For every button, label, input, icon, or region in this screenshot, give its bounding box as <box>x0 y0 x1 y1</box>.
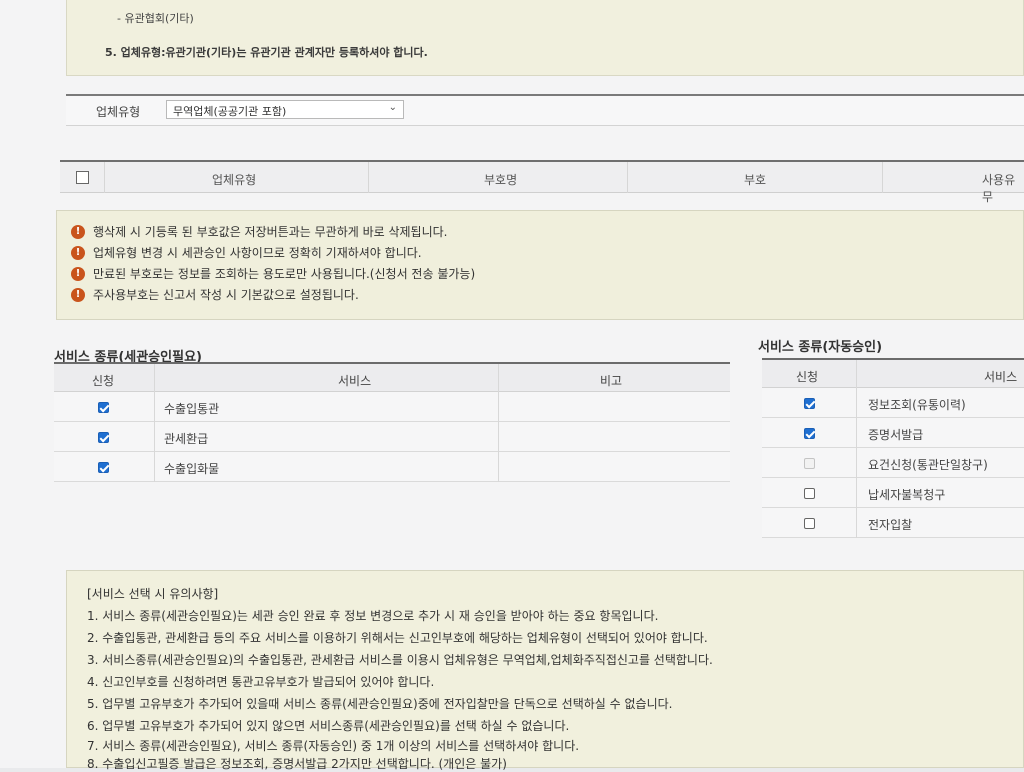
services-customs-table: 신청 서비스 비고 수출입통관 관세환급 수출입화물 <box>54 362 730 484</box>
warning-item: ! 만료된 부호로는 정보를 조회하는 용도로만 사용됩니다.(신청서 전송 불가… <box>71 265 475 283</box>
warning-item: ! 주사용부호는 신고서 작성 시 기본값으로 설정됩니다. <box>71 286 359 304</box>
note-item: 7. 서비스 종류(세관승인필요), 서비스 종류(자동승인) 중 1개 이상의… <box>87 739 580 753</box>
col-divider <box>368 162 369 193</box>
table-row: 요건신청(통관단일창구) <box>762 448 1024 478</box>
apply-checkbox-disabled <box>804 458 815 469</box>
col-company-type: 업체유형 <box>212 173 257 187</box>
company-type-select[interactable]: 무역업체(공공기관 포함) ⌄ <box>166 100 404 119</box>
exclamation-icon: ! <box>71 287 85 302</box>
table-row: 수출입화물 <box>54 452 730 482</box>
notice-line-1: - 유관협회(기타) <box>117 12 194 25</box>
service-name: 전자입찰 <box>868 518 913 532</box>
warning-item: ! 업체유형 변경 시 세관승인 사항이므로 정확히 기재하셔야 합니다. <box>71 244 422 262</box>
service-name: 증명서발급 <box>868 428 924 442</box>
notes-title: [서비스 선택 시 유의사항] <box>87 587 219 601</box>
note-item: 3. 서비스종류(세관승인필요)의 수출입통관, 관세환급 서비스를 이용시 업… <box>87 653 713 667</box>
col-apply: 신청 <box>92 374 115 388</box>
exclamation-icon: ! <box>71 224 85 239</box>
apply-checkbox[interactable] <box>98 432 109 443</box>
exclamation-icon: ! <box>71 245 85 260</box>
note-item: 5. 업무별 고유부호가 추가되어 있을때 서비스 종류(세관승인필요)중에 전… <box>87 697 673 711</box>
col-divider <box>882 162 883 193</box>
service-name: 수출입화물 <box>164 462 220 476</box>
warning-box: ! 행삭제 시 기등록 된 부호값은 저장버튼과는 무관하게 바로 삭제됩니다. … <box>56 210 1024 320</box>
table-row: 관세환급 <box>54 422 730 452</box>
services-auto-table: 신청 서비스 정보조회(유통이력) 증명서발급 요건신청(통관단일창구) 납세자… <box>762 358 1024 538</box>
apply-checkbox[interactable] <box>98 462 109 473</box>
apply-checkbox[interactable] <box>804 428 815 439</box>
note-item: 1. 서비스 종류(세관승인필요)는 세관 승인 완료 후 정보 변경으로 추가… <box>87 609 659 623</box>
note-item: 4. 신고인부호를 신청하려면 통관고유부호가 발급되어 있어야 합니다. <box>87 675 435 689</box>
col-divider <box>154 364 155 482</box>
table-header: 신청 서비스 비고 <box>54 364 730 392</box>
table-row: 정보조회(유통이력) <box>762 388 1024 418</box>
note-item: 2. 수출입통관, 관세환급 등의 주요 서비스를 이용하기 위해서는 신고인부… <box>87 631 708 645</box>
service-name: 관세환급 <box>164 432 209 446</box>
table-row: 증명서발급 <box>762 418 1024 448</box>
top-notice-box: - 유관협회(기타) 5. 업체유형:유관기관(기타)는 유관기관 관계자만 등… <box>66 0 1024 76</box>
table-row: 납세자불복청구 <box>762 478 1024 508</box>
col-symbol-name: 부호명 <box>484 173 518 187</box>
chevron-down-icon: ⌄ <box>388 102 397 113</box>
exclamation-icon: ! <box>71 266 85 281</box>
symbol-table-header: 업체유형 부호명 부호 사용유무 <box>60 160 1024 204</box>
col-apply: 신청 <box>796 370 819 384</box>
notice-line-2: 5. 업체유형:유관기관(기타)는 유관기관 관계자만 등록하셔야 합니다. <box>105 46 428 59</box>
service-selection-notes: [서비스 선택 시 유의사항] 1. 서비스 종류(세관승인필요)는 세관 승인… <box>66 570 1024 771</box>
table-row: 수출입통관 <box>54 392 730 422</box>
apply-checkbox[interactable] <box>804 398 815 409</box>
col-divider <box>856 360 857 538</box>
company-type-label: 업체유형 <box>96 105 141 119</box>
note-item: 6. 업무별 고유부호가 추가되어 있지 않으면 서비스종류(세관승인필요)를 … <box>87 719 570 733</box>
service-name: 수출입통관 <box>164 402 220 416</box>
apply-checkbox[interactable] <box>804 518 815 529</box>
service-name: 요건신청(통관단일창구) <box>868 458 988 472</box>
select-all-checkbox[interactable] <box>76 171 89 184</box>
col-usage: 사용유무 <box>982 173 1016 204</box>
col-symbol: 부호 <box>744 173 767 187</box>
apply-checkbox[interactable] <box>804 488 815 499</box>
services-auto-title: 서비스 종류(자동승인) <box>758 340 883 355</box>
company-type-value: 무역업체(공공기관 포함) <box>173 105 287 118</box>
col-service: 서비스 <box>338 374 372 388</box>
table-header: 신청 서비스 <box>762 360 1024 388</box>
col-divider <box>104 162 105 193</box>
warning-item: ! 행삭제 시 기등록 된 부호값은 저장버튼과는 무관하게 바로 삭제됩니다. <box>71 223 448 241</box>
service-name: 정보조회(유통이력) <box>868 398 966 412</box>
table-row: 전자입찰 <box>762 508 1024 538</box>
col-divider <box>627 162 628 193</box>
service-name: 납세자불복청구 <box>868 488 946 502</box>
col-remarks: 비고 <box>600 374 623 388</box>
col-service: 서비스 <box>984 370 1018 384</box>
note-item: 8. 수출입신고필증 발급은 정보조회, 증명서발급 2가지만 선택합니다. (… <box>87 757 507 771</box>
company-type-row: 업체유형 무역업체(공공기관 포함) ⌄ <box>66 94 1024 126</box>
col-divider <box>498 364 499 482</box>
page: - 유관협회(기타) 5. 업체유형:유관기관(기타)는 유관기관 관계자만 등… <box>0 0 1024 771</box>
apply-checkbox[interactable] <box>98 402 109 413</box>
